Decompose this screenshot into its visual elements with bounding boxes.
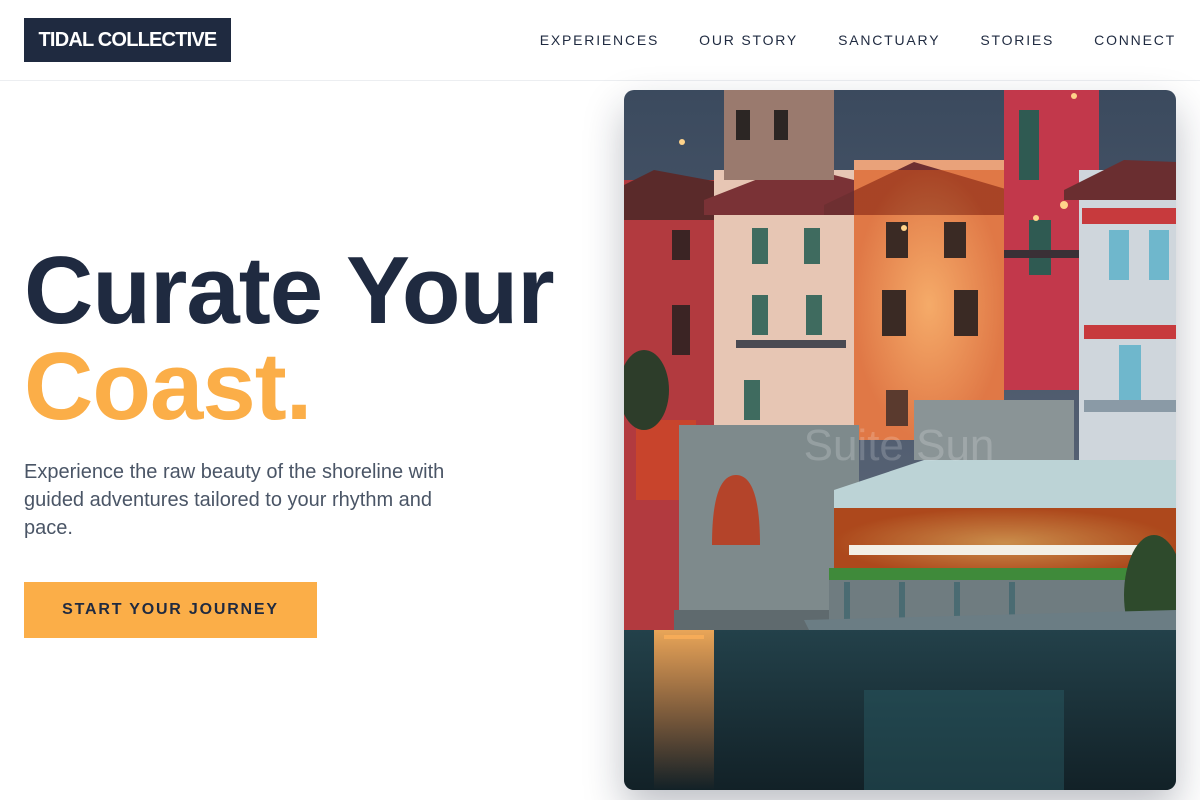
hero-image: Suite Sun xyxy=(624,90,1176,790)
start-journey-button[interactable]: START YOUR JOURNEY xyxy=(24,582,317,638)
hero-title-line-1: Curate Your xyxy=(24,237,555,344)
hero-title: Curate Your Coast. xyxy=(24,243,604,435)
hero-subtitle: Experience the raw beauty of the shoreli… xyxy=(24,461,445,539)
main-nav: EXPERIENCES OUR STORY SANCTUARY STORIES … xyxy=(540,0,1176,80)
hero-title-line-2: Coast. xyxy=(24,333,312,440)
image-watermark: Suite Sun xyxy=(804,421,995,470)
site-header: TIDAL COLLECTIVE EXPERIENCES OUR STORY S… xyxy=(0,0,1200,81)
nav-link-connect[interactable]: CONNECT xyxy=(1094,32,1176,48)
nav-link-experiences[interactable]: EXPERIENCES xyxy=(540,32,659,48)
nav-link-sanctuary[interactable]: SANCTUARY xyxy=(838,32,940,48)
brand-logo[interactable]: TIDAL COLLECTIVE xyxy=(24,18,231,62)
nav-link-our-story[interactable]: OUR STORY xyxy=(699,32,798,48)
nav-link-stories[interactable]: STORIES xyxy=(980,32,1054,48)
